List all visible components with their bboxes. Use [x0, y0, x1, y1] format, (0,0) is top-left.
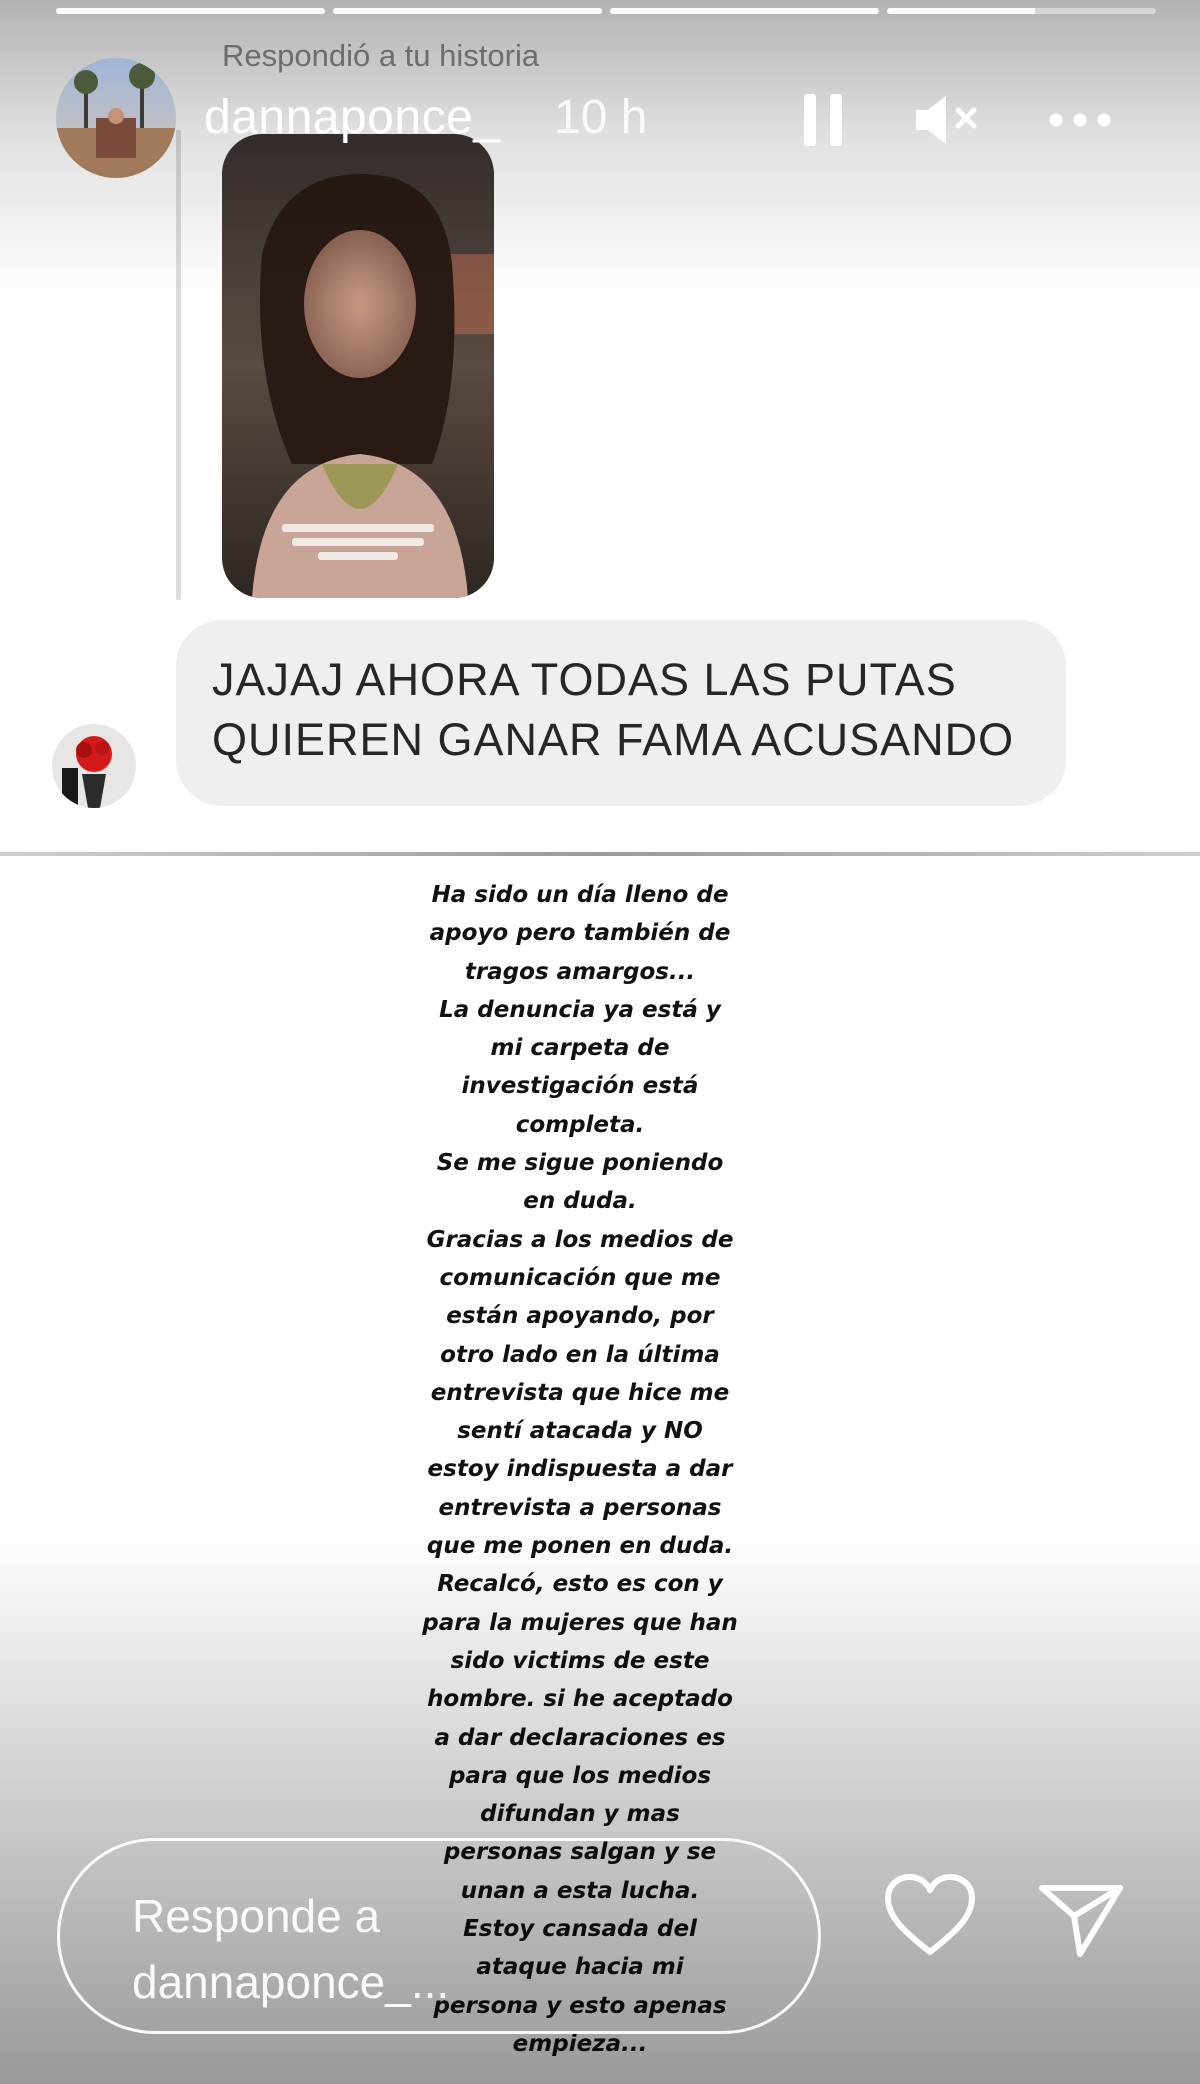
message-bubble[interactable]: JAJAJ AHORA TODAS LAS PUTAS QUIEREN GANA…	[176, 620, 1066, 806]
more-options-icon[interactable]	[1048, 108, 1112, 137]
profile-avatar[interactable]	[56, 58, 176, 178]
progress-fill	[610, 8, 879, 14]
progress-fill	[887, 8, 1035, 14]
profile-avatar-image	[56, 58, 176, 178]
story-thumbnail-image	[222, 134, 494, 598]
story-username[interactable]: dannaponce_	[204, 90, 500, 145]
speaker-muted-icon[interactable]	[912, 92, 982, 153]
progress-segment	[887, 8, 1156, 14]
progress-fill	[333, 8, 602, 14]
progress-segment	[56, 8, 325, 14]
reply-thread-line	[176, 130, 181, 600]
reply-input[interactable]: Responde a dannaponce_...	[57, 1838, 821, 2034]
progress-segment	[333, 8, 602, 14]
roses-avatar-image	[52, 724, 136, 808]
send-icon[interactable]	[1036, 1880, 1126, 1965]
story-time-ago: 10 h	[554, 91, 648, 144]
message-row: JAJAJ AHORA TODAS LAS PUTAS QUIEREN GANA…	[0, 620, 1200, 810]
progress-segment	[610, 8, 879, 14]
replied-story-thumbnail[interactable]	[222, 134, 494, 598]
reply-label: Respondió a tu historia	[222, 38, 540, 73]
reply-placeholder: Responde a dannaponce_...	[132, 1890, 450, 2008]
story-progress-bars	[56, 8, 1156, 14]
reply-screenshot: Respondió a tu historia JAJAJ AHORA TODA…	[0, 0, 1200, 850]
story-viewer: Respondió a tu historia JAJAJ AHORA TODA…	[0, 0, 1200, 2084]
sender-avatar[interactable]	[52, 724, 136, 808]
progress-fill	[56, 8, 325, 14]
heart-icon[interactable]	[882, 1872, 978, 1963]
message-text: JAJAJ AHORA TODAS LAS PUTAS QUIEREN GANA…	[212, 654, 1015, 765]
pause-icon[interactable]	[800, 90, 848, 155]
